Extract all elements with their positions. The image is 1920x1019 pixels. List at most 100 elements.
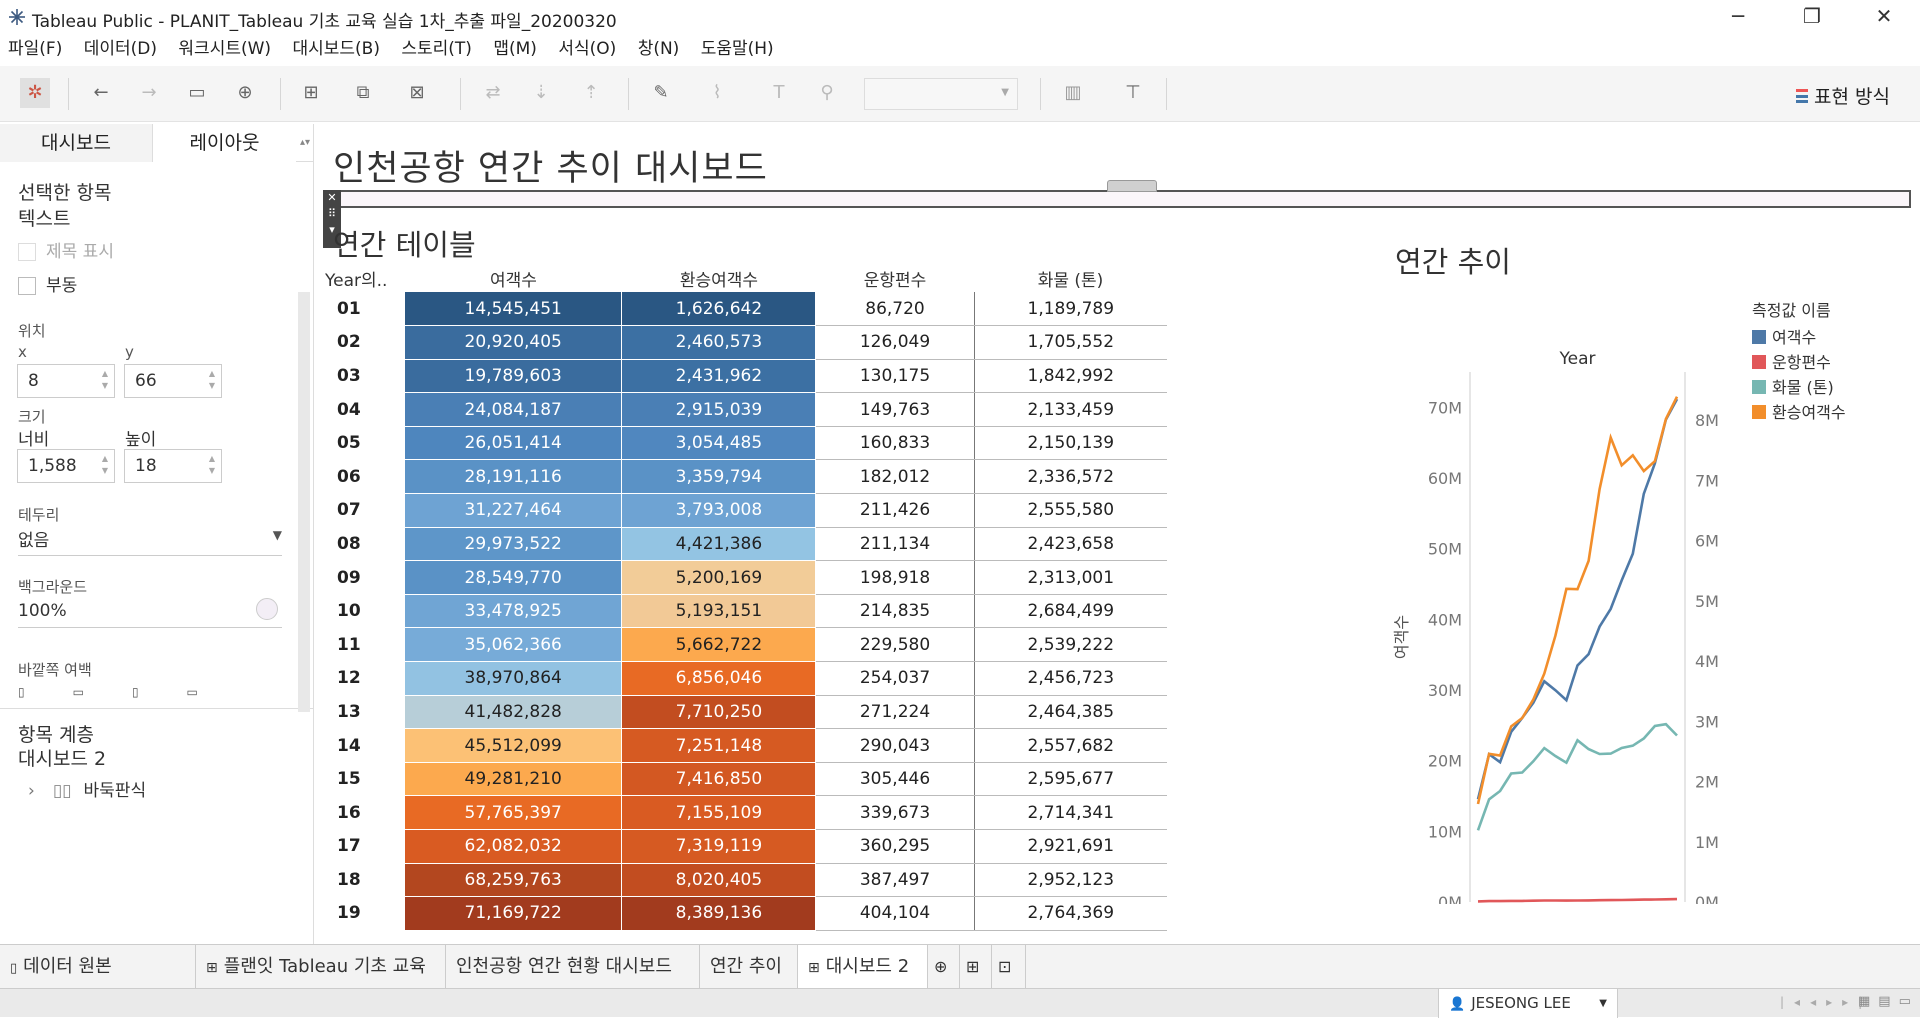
year-cell[interactable]: 12 xyxy=(325,662,405,696)
sort-descending-icon[interactable]: ⇡ xyxy=(578,80,604,106)
table-row[interactable]: 07 31,227,464 3,793,008 211,426 2,555,580 xyxy=(325,493,1167,528)
passengers-cell[interactable]: 33,478,925 xyxy=(405,594,623,629)
menu-story[interactable]: 스토리(T) xyxy=(401,34,472,64)
transfer-cell[interactable]: 3,359,794 xyxy=(621,459,817,495)
passengers-cell[interactable]: 26,051,414 xyxy=(405,426,623,461)
flights-cell[interactable]: 149,763 xyxy=(815,392,975,427)
menu-dashboard[interactable]: 대시보드(B) xyxy=(292,34,380,64)
cargo-cell[interactable]: 2,557,682 xyxy=(973,728,1167,763)
menu-help[interactable]: 도움말(H) xyxy=(701,34,774,64)
hierarchy-child-tiled[interactable]: › ▯▯ 바둑판식 xyxy=(28,776,146,801)
border-dropdown[interactable]: 없음 ▼ xyxy=(18,526,282,556)
year-cell[interactable]: 11 xyxy=(325,628,405,662)
user-menu[interactable]: 👤 JESEONG LEE ▼ xyxy=(1438,989,1618,1018)
table-row[interactable]: 03 19,789,603 2,431,962 130,175 1,842,992 xyxy=(325,359,1167,394)
flights-cell[interactable]: 254,037 xyxy=(815,661,975,696)
sort-ascending-icon[interactable]: ⇣ xyxy=(528,80,554,106)
tab-dashboard[interactable]: 대시보드 xyxy=(0,124,153,162)
cargo-cell[interactable]: 2,133,459 xyxy=(973,392,1167,427)
flights-cell[interactable]: 387,497 xyxy=(815,863,975,898)
table-row[interactable]: 18 68,259,763 8,020,405 387,497 2,952,123 xyxy=(325,863,1167,898)
tab-sheet-1[interactable]: ⊞ 플랜잇 Tableau 기초 교육 xyxy=(196,945,446,989)
show-cards-icon[interactable]: ▥ xyxy=(1060,80,1086,106)
passengers-cell[interactable]: 62,082,032 xyxy=(405,829,623,864)
background-dropdown[interactable]: 100% xyxy=(18,596,282,628)
duplicate-sheet-icon[interactable]: ⧉ xyxy=(350,80,376,106)
table-row[interactable]: 15 49,281,210 7,416,850 305,446 2,595,677 xyxy=(325,762,1167,797)
clear-sheet-icon[interactable]: ⊠ xyxy=(404,80,430,106)
flights-cell[interactable]: 214,835 xyxy=(815,594,975,629)
attach-icon[interactable]: ⌇ xyxy=(704,80,730,106)
flights-cell[interactable]: 271,224 xyxy=(815,695,975,730)
passengers-cell[interactable]: 41,482,828 xyxy=(405,695,623,730)
flights-cell[interactable]: 360,295 xyxy=(815,829,975,864)
passengers-cell[interactable]: 71,169,722 xyxy=(405,896,623,931)
tableau-home-icon[interactable]: ✲ xyxy=(20,78,50,108)
new-story-icon[interactable]: ⊡ xyxy=(992,945,1026,989)
tab-sheet-3[interactable]: 연간 추이 xyxy=(700,945,798,989)
cargo-cell[interactable]: 2,714,341 xyxy=(973,795,1167,830)
passengers-cell[interactable]: 68,259,763 xyxy=(405,863,623,898)
redo-icon[interactable]: → xyxy=(136,80,162,106)
new-sheet-icon[interactable]: ⊕ xyxy=(928,945,960,989)
cargo-cell[interactable]: 2,764,369 xyxy=(973,896,1167,931)
year-cell[interactable]: 16 xyxy=(325,796,405,830)
col-header-cargo[interactable]: 화물 (톤) xyxy=(974,266,1167,292)
year-cell[interactable]: 05 xyxy=(325,426,405,460)
view-toggle-icons[interactable]: ▦▤▭ xyxy=(1858,994,1919,1009)
table-row[interactable]: 13 41,482,828 7,710,250 271,224 2,464,385 xyxy=(325,695,1167,730)
x-input[interactable]: 8 ▲ ▼ xyxy=(17,364,115,398)
table-row[interactable]: 05 26,051,414 3,054,485 160,833 2,150,139 xyxy=(325,426,1167,461)
table-row[interactable]: 01 14,545,451 1,626,642 86,720 1,189,789 xyxy=(325,292,1167,327)
cargo-cell[interactable]: 1,705,552 xyxy=(973,325,1167,360)
flights-cell[interactable]: 126,049 xyxy=(815,325,975,360)
menu-file[interactable]: 파일(F) xyxy=(8,34,62,64)
table-row[interactable]: 10 33,478,925 5,193,151 214,835 2,684,499 xyxy=(325,594,1167,629)
cargo-cell[interactable]: 2,595,677 xyxy=(973,762,1167,797)
cargo-cell[interactable]: 2,464,385 xyxy=(973,695,1167,730)
tab-sheet-2[interactable]: 인천공항 연간 현황 대시보드 xyxy=(446,945,700,989)
year-cell[interactable]: 03 xyxy=(325,359,405,393)
panel-menu-icon[interactable]: ▴▾ xyxy=(296,124,314,162)
drag-handle-icon[interactable] xyxy=(1107,180,1157,192)
year-cell[interactable]: 01 xyxy=(325,292,405,326)
fit-dropdown[interactable]: ▼ xyxy=(864,78,1018,110)
table-row[interactable]: 08 29,973,522 4,421,386 211,134 2,423,658 xyxy=(325,527,1167,562)
flights-cell[interactable]: 229,580 xyxy=(815,627,975,663)
save-icon[interactable]: ▭ xyxy=(184,80,210,106)
menu-window[interactable]: 창(N) xyxy=(638,34,680,64)
transfer-cell[interactable]: 1,626,642 xyxy=(621,292,817,327)
cargo-cell[interactable]: 2,313,001 xyxy=(973,560,1167,595)
year-cell[interactable]: 17 xyxy=(325,830,405,864)
cargo-cell[interactable]: 2,952,123 xyxy=(973,863,1167,898)
table-row[interactable]: 19 71,169,722 8,389,136 404,104 2,764,369 xyxy=(325,896,1167,931)
cargo-cell[interactable]: 2,555,580 xyxy=(973,493,1167,528)
y-input[interactable]: 66 ▲ ▼ xyxy=(124,364,222,398)
undo-icon[interactable]: ← xyxy=(88,80,114,106)
cargo-cell[interactable]: 2,336,572 xyxy=(973,459,1167,495)
cargo-cell[interactable]: 2,456,723 xyxy=(973,661,1167,696)
year-cell[interactable]: 10 xyxy=(325,594,405,628)
flights-cell[interactable]: 130,175 xyxy=(815,359,975,394)
spinner-icon[interactable]: ▲ ▼ xyxy=(102,453,108,477)
transfer-cell[interactable]: 2,915,039 xyxy=(621,392,817,427)
transfer-cell[interactable]: 4,421,386 xyxy=(621,527,817,562)
tab-sheet-4-active[interactable]: ⊞ 대시보드 2 xyxy=(798,945,928,989)
menu-format[interactable]: 서식(O) xyxy=(558,34,616,64)
new-worksheet-icon[interactable]: ⊞ xyxy=(298,80,324,106)
passengers-cell[interactable]: 49,281,210 xyxy=(405,762,623,797)
transfer-cell[interactable]: 7,319,119 xyxy=(621,829,817,864)
flights-cell[interactable]: 211,134 xyxy=(815,527,975,562)
side-panel-scrollbar[interactable] xyxy=(298,292,310,712)
flights-cell[interactable]: 182,012 xyxy=(815,459,975,495)
transfer-cell[interactable]: 8,020,405 xyxy=(621,863,817,898)
flights-cell[interactable]: 404,104 xyxy=(815,896,975,931)
table-row[interactable]: 11 35,062,366 5,662,722 229,580 2,539,222 xyxy=(325,627,1167,663)
year-cell[interactable]: 15 xyxy=(325,762,405,796)
close-button[interactable]: ✕ xyxy=(1862,4,1906,30)
swap-icon[interactable]: ⇄ xyxy=(480,80,506,106)
transfer-cell[interactable]: 6,856,046 xyxy=(621,661,817,696)
col-header-passengers[interactable]: 여객수 xyxy=(405,266,622,292)
transfer-cell[interactable]: 5,193,151 xyxy=(621,594,817,629)
passengers-cell[interactable]: 45,512,099 xyxy=(405,728,623,763)
